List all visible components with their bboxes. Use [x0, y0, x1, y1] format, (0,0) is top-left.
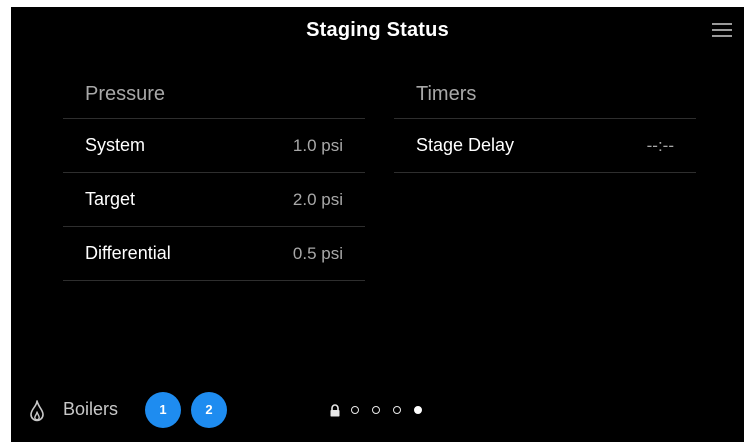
boiler-1-button[interactable]: 1 — [145, 392, 181, 428]
timers-panel-title: Timers — [394, 77, 696, 119]
pressure-row-differential: Differential 0.5 psi — [63, 227, 365, 281]
page-dot-4-active[interactable] — [414, 406, 422, 414]
footer-bar: Boilers 1 2 — [11, 392, 744, 442]
boiler-2-button[interactable]: 2 — [191, 392, 227, 428]
flame-icon — [30, 400, 44, 422]
screen: Staging Status Pressure System 1.0 psi T… — [11, 7, 744, 442]
row-value: 0.5 psi — [292, 243, 343, 263]
pressure-panel: Pressure System 1.0 psi Target 2.0 psi D… — [63, 77, 365, 281]
row-value: --:-- — [646, 135, 674, 155]
timers-row-stage-delay: Stage Delay --:-- — [394, 119, 696, 173]
pressure-panel-title: Pressure — [63, 77, 365, 119]
pressure-row-system: System 1.0 psi — [63, 119, 365, 173]
page-title: Staging Status — [306, 19, 449, 41]
page-indicator — [329, 403, 435, 416]
page-dot-1[interactable] — [351, 406, 359, 414]
page-dot-2[interactable] — [372, 406, 380, 414]
page-dot-3[interactable] — [393, 406, 401, 414]
menu-button[interactable] — [712, 21, 732, 39]
menu-icon — [712, 23, 732, 25]
lock-icon — [330, 403, 340, 416]
row-value: 2.0 psi — [292, 189, 343, 209]
row-label: Stage Delay — [416, 135, 515, 155]
boilers-label: Boilers — [63, 399, 119, 419]
pressure-row-target: Target 2.0 psi — [63, 173, 365, 227]
timers-panel: Timers Stage Delay --:-- — [394, 77, 696, 173]
row-label: System — [85, 135, 146, 155]
row-label: Differential — [85, 243, 171, 263]
row-label: Target — [85, 189, 136, 209]
row-value: 1.0 psi — [292, 135, 343, 155]
